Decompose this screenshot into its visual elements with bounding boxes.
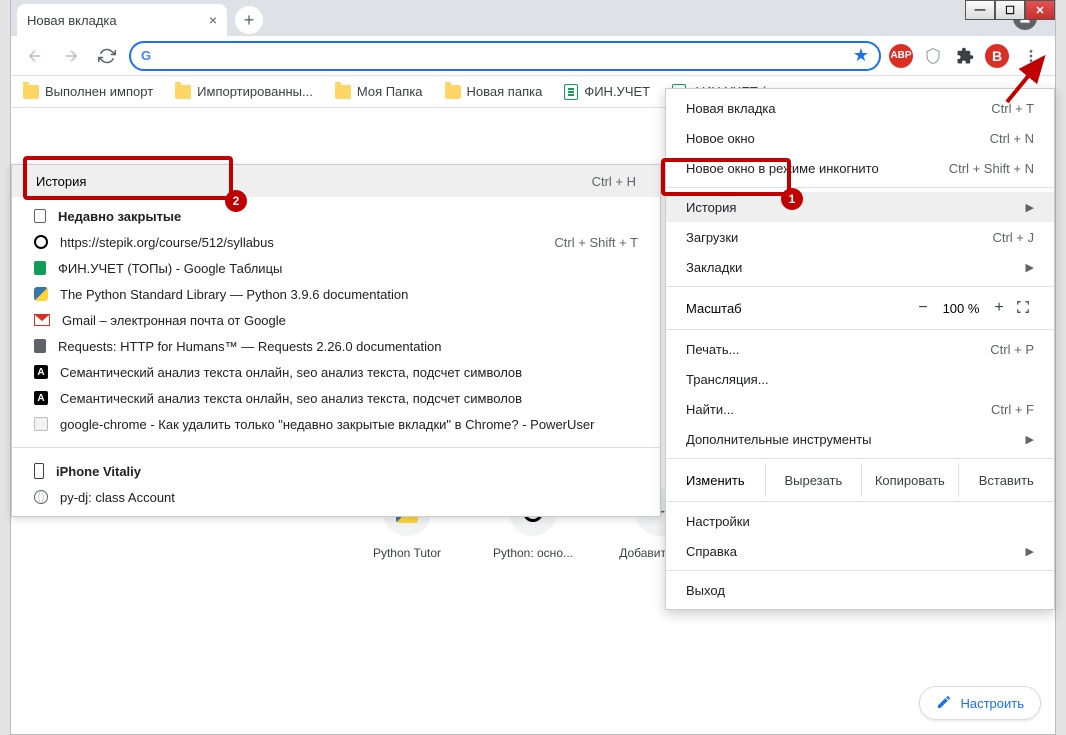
- annotation-badge-2: 2: [225, 190, 247, 212]
- separator: [666, 187, 1054, 188]
- history-item[interactable]: google-chrome - Как удалить только "неда…: [12, 411, 660, 437]
- new-tab-button[interactable]: +: [235, 6, 263, 34]
- tab-strip: Новая вкладка × +: [11, 0, 1055, 36]
- menu-cast[interactable]: Трансляция...: [666, 364, 1054, 394]
- separator: [666, 458, 1054, 459]
- menu-settings[interactable]: Настройки: [666, 506, 1054, 536]
- main-menu: Новая вкладкаCtrl + T Новое окноCtrl + N…: [665, 88, 1055, 610]
- cut-button[interactable]: Вырезать: [765, 463, 861, 497]
- menu-history[interactable]: История▶: [666, 192, 1054, 222]
- separator: [666, 286, 1054, 287]
- stepik-icon: [34, 235, 48, 249]
- paste-button[interactable]: Вставить: [958, 463, 1054, 497]
- google-icon: G: [141, 47, 151, 65]
- zoom-value: 100 %: [936, 301, 986, 316]
- bookmark-star-icon[interactable]: ★: [853, 45, 869, 66]
- folder-icon: [23, 85, 39, 99]
- document-icon: [34, 209, 46, 223]
- folder-icon: [445, 85, 461, 99]
- bookmark-folder[interactable]: Моя Папка: [335, 84, 423, 99]
- shield-extension-icon[interactable]: [921, 44, 945, 68]
- history-item[interactable]: py-dj: class Account: [12, 484, 660, 510]
- python-icon: [34, 287, 48, 301]
- fullscreen-button[interactable]: [1012, 300, 1034, 317]
- sheets-icon: [34, 261, 46, 275]
- zoom-in-button[interactable]: +: [986, 299, 1012, 317]
- active-tab[interactable]: Новая вкладка ×: [17, 4, 227, 36]
- minimize-button[interactable]: ―: [965, 0, 995, 20]
- phone-icon: [34, 463, 44, 479]
- menu-new-window[interactable]: Новое окноCtrl + N: [666, 123, 1054, 153]
- separator: [666, 329, 1054, 330]
- tab-title: Новая вкладка: [27, 13, 201, 28]
- close-tab-icon[interactable]: ×: [209, 12, 217, 28]
- reopen-shortcut: Ctrl + Shift + T: [554, 235, 638, 250]
- menu-help[interactable]: Справка▶: [666, 536, 1054, 566]
- chevron-right-icon: ▶: [1026, 261, 1034, 274]
- poweruser-icon: [34, 417, 48, 431]
- menu-new-tab[interactable]: Новая вкладкаCtrl + T: [666, 93, 1054, 123]
- menu-bookmarks[interactable]: Закладки▶: [666, 252, 1054, 282]
- history-header[interactable]: История Ctrl + H: [12, 165, 660, 197]
- separator: [666, 501, 1054, 502]
- requests-icon: [34, 339, 46, 353]
- abp-extension-icon[interactable]: ABP: [889, 44, 913, 68]
- address-bar[interactable]: G ★: [129, 41, 881, 71]
- menu-find[interactable]: Найти...Ctrl + F: [666, 394, 1054, 424]
- recently-closed-header[interactable]: Недавно закрытые: [12, 203, 660, 229]
- menu-edit: Изменить Вырезать Копировать Вставить: [666, 463, 1054, 497]
- reload-button[interactable]: [93, 42, 121, 70]
- maximize-button[interactable]: ☐: [995, 0, 1025, 20]
- folder-icon: [335, 85, 351, 99]
- chevron-right-icon: ▶: [1026, 545, 1034, 558]
- bookmark-folder[interactable]: Новая папка: [445, 84, 543, 99]
- annotation-badge-1: 1: [781, 188, 803, 210]
- menu-exit[interactable]: Выход: [666, 575, 1054, 605]
- zoom-out-button[interactable]: −: [910, 299, 936, 317]
- sheets-icon: [564, 84, 578, 100]
- history-item[interactable]: ФИН.УЧЕТ (ТОПы) - Google Таблицы: [12, 255, 660, 281]
- pencil-icon: [936, 694, 952, 713]
- close-window-button[interactable]: ✕: [1025, 0, 1055, 20]
- separator: [12, 447, 660, 448]
- window-controls: ― ☐ ✕: [965, 0, 1055, 20]
- toolbar: G ★ ABP B: [11, 36, 1055, 76]
- profile-avatar[interactable]: B: [985, 44, 1009, 68]
- gmail-icon: [34, 314, 50, 326]
- history-submenu: История Ctrl + H Недавно закрытые https:…: [11, 164, 661, 517]
- advego-icon: A: [34, 365, 48, 379]
- bookmark-folder[interactable]: Выполнен импорт: [23, 84, 153, 99]
- menu-button[interactable]: [1017, 42, 1045, 70]
- menu-more-tools[interactable]: Дополнительные инструменты▶: [666, 424, 1054, 454]
- back-button[interactable]: [21, 42, 49, 70]
- history-item[interactable]: AСемантический анализ текста онлайн, seo…: [12, 359, 660, 385]
- browser-window: ― ☐ ✕ Новая вкладка × + G ★ ABP: [10, 0, 1056, 735]
- separator: [666, 570, 1054, 571]
- advego-icon: A: [34, 391, 48, 405]
- history-item[interactable]: The Python Standard Library — Python 3.9…: [12, 281, 660, 307]
- forward-button[interactable]: [57, 42, 85, 70]
- menu-zoom: Масштаб − 100 % +: [666, 291, 1054, 325]
- omnibox-input[interactable]: [159, 48, 845, 64]
- history-item[interactable]: Gmail – электронная почта от Google: [12, 307, 660, 333]
- bookmark-folder[interactable]: Импортированны...: [175, 84, 313, 99]
- history-item[interactable]: https://stepik.org/course/512/syllabus C…: [12, 229, 660, 255]
- customize-button[interactable]: Настроить: [919, 686, 1041, 720]
- bookmark-item[interactable]: ФИН.УЧЕТ: [564, 84, 650, 100]
- history-label: История: [36, 174, 592, 189]
- menu-incognito[interactable]: Новое окно в режиме инкогнитоCtrl + Shif…: [666, 153, 1054, 183]
- chevron-right-icon: ▶: [1026, 201, 1034, 214]
- menu-downloads[interactable]: ЗагрузкиCtrl + J: [666, 222, 1054, 252]
- extensions-icon[interactable]: [953, 44, 977, 68]
- history-item[interactable]: AСемантический анализ текста онлайн, seo…: [12, 385, 660, 411]
- history-item[interactable]: Requests: HTTP for Humans™ — Requests 2.…: [12, 333, 660, 359]
- copy-button[interactable]: Копировать: [861, 463, 957, 497]
- folder-icon: [175, 85, 191, 99]
- menu-print[interactable]: Печать...Ctrl + P: [666, 334, 1054, 364]
- chevron-right-icon: ▶: [1026, 433, 1034, 446]
- globe-icon: [34, 490, 48, 504]
- content-area: История Ctrl + H Недавно закрытые https:…: [11, 108, 1055, 734]
- device-header[interactable]: iPhone Vitaliy: [12, 458, 660, 484]
- history-shortcut: Ctrl + H: [592, 174, 636, 189]
